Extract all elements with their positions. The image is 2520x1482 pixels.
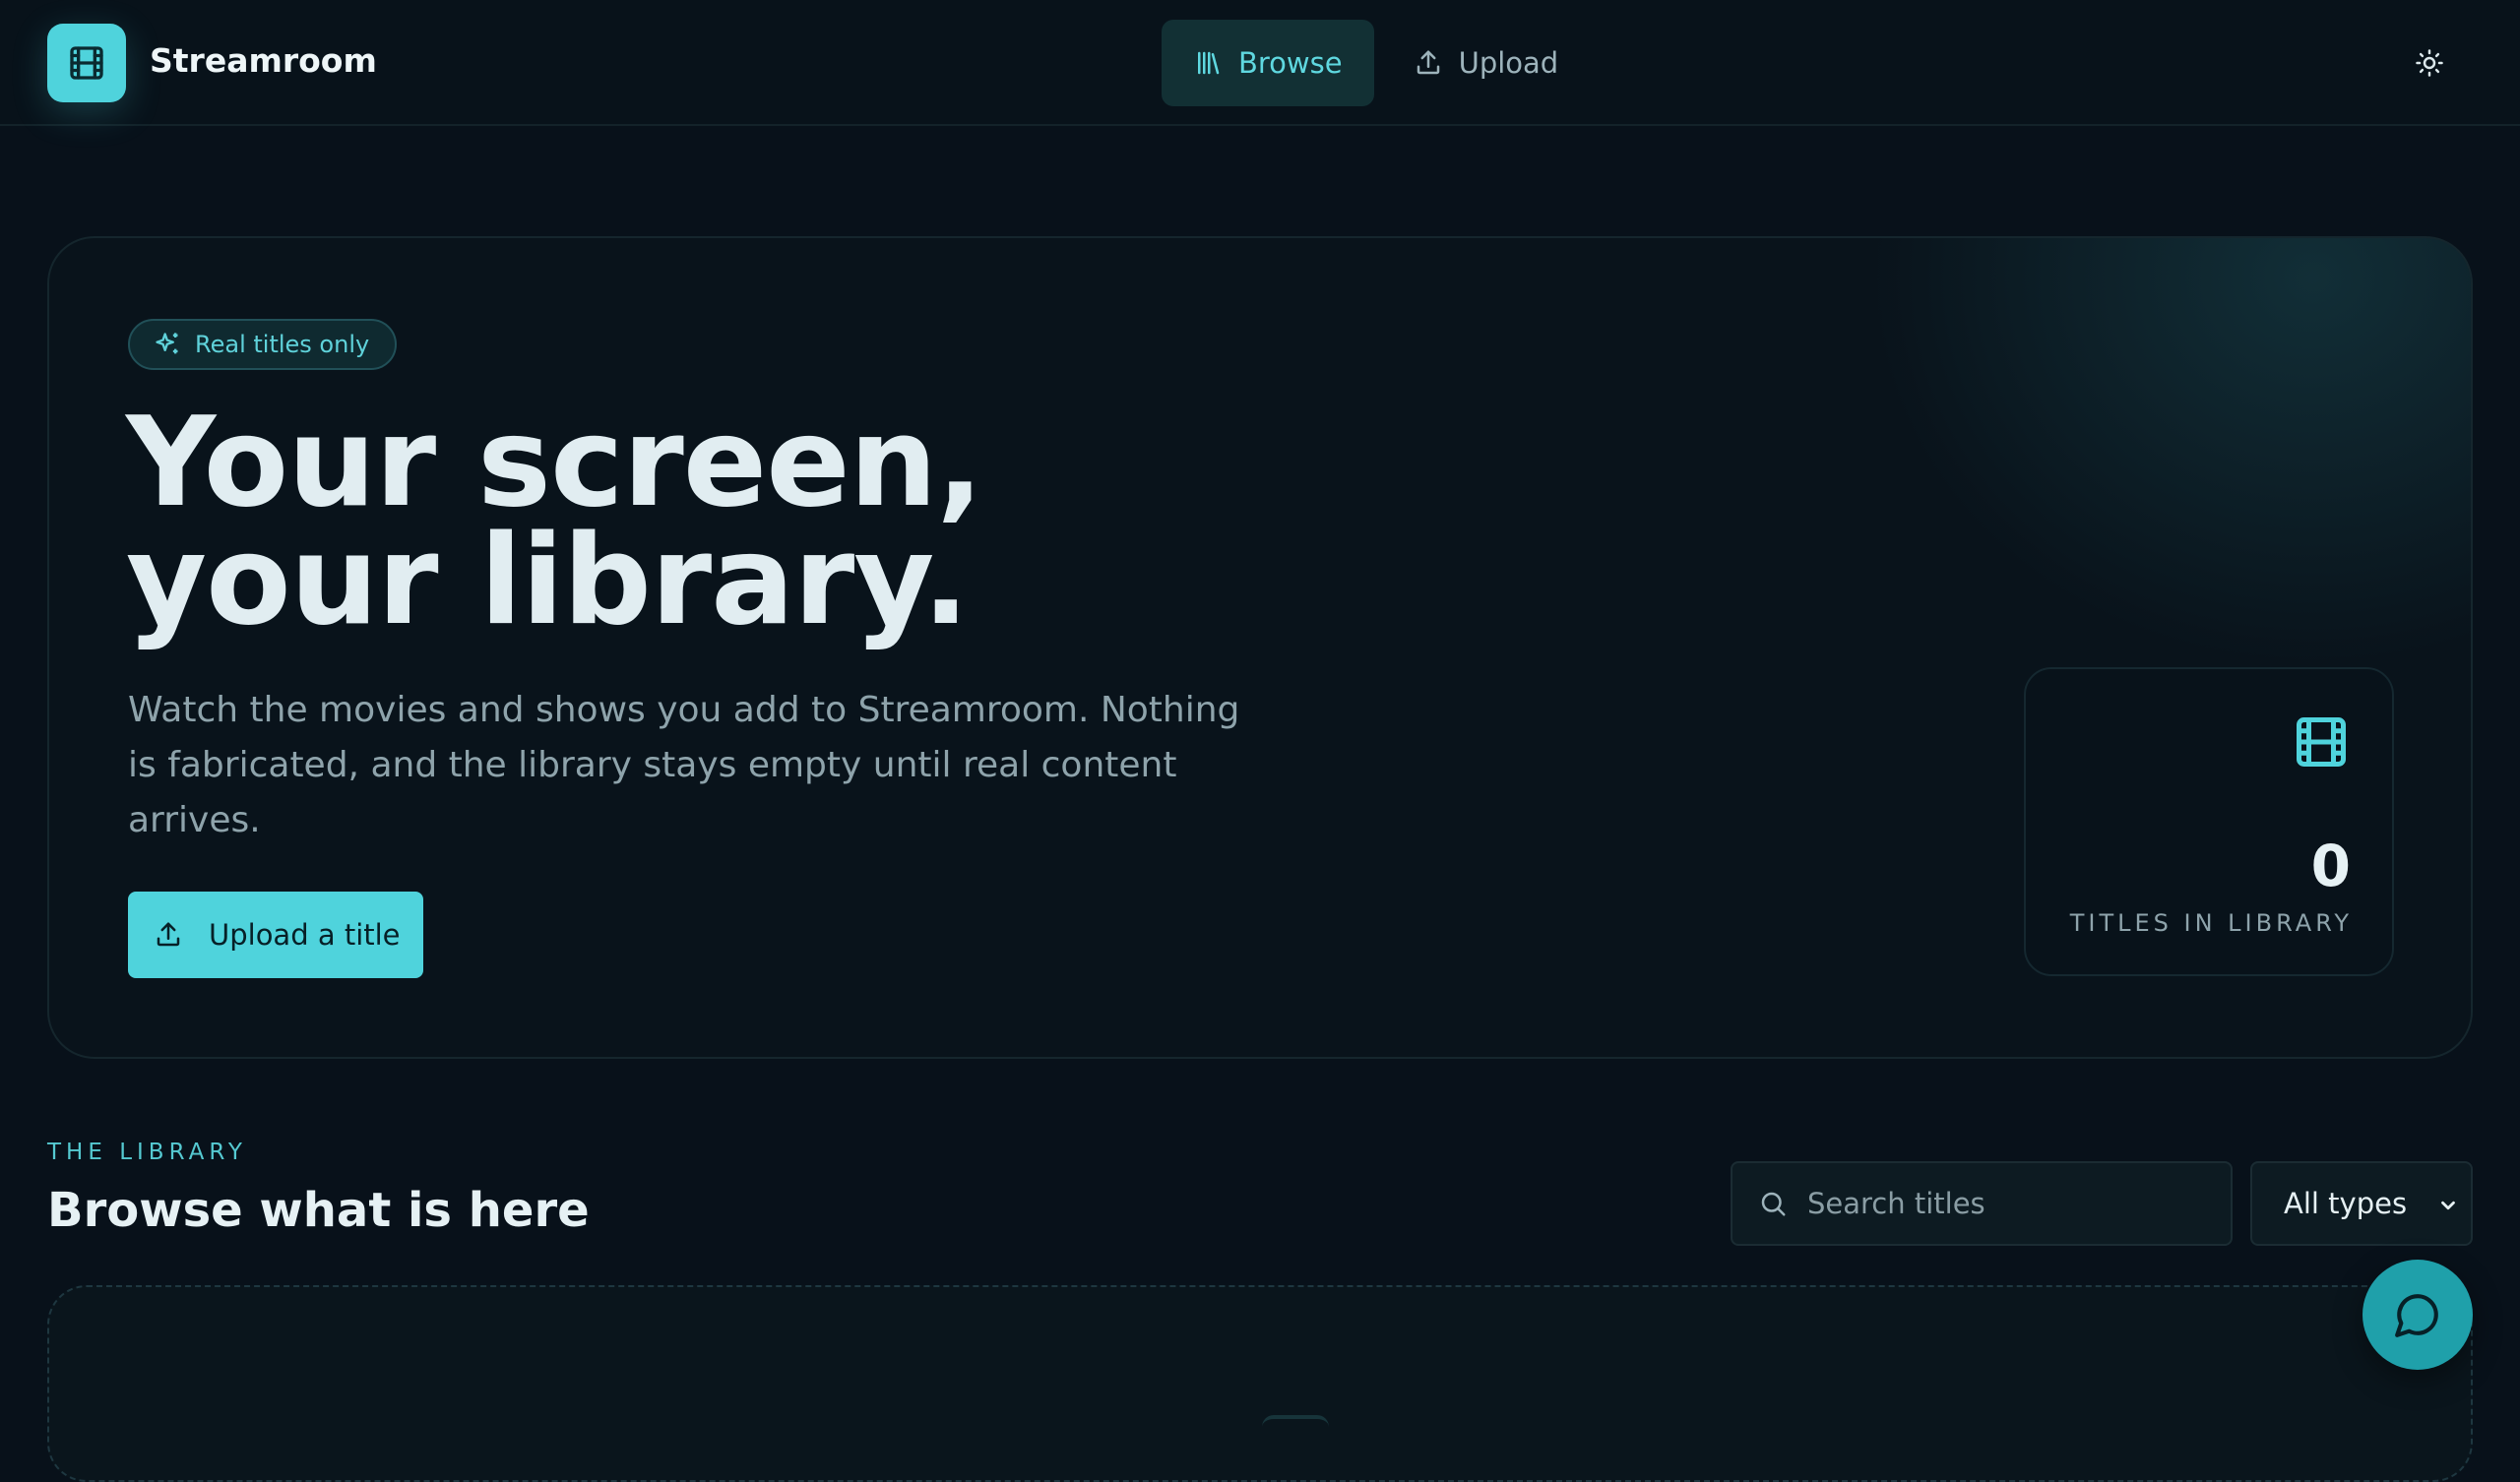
film-icon: [70, 46, 103, 80]
real-titles-badge: Real titles only: [128, 319, 398, 370]
theme-toggle-button[interactable]: [2406, 39, 2453, 87]
library-empty-state: [47, 1285, 2473, 1482]
titles-count: 0: [2310, 833, 2351, 899]
titles-count-label: TITLES IN LIBRARY: [2069, 909, 2353, 937]
empty-state-icon: [1262, 1415, 1329, 1435]
film-icon: [2297, 717, 2346, 767]
nav-browse[interactable]: Browse: [1162, 20, 1374, 106]
library-icon: [1198, 51, 1220, 75]
search-field[interactable]: [1731, 1161, 2233, 1246]
hero-section: Real titles only Your screen, your libra…: [47, 236, 2473, 1059]
nav-upload-label: Upload: [1458, 46, 1559, 80]
chat-bubble-icon: [2395, 1294, 2438, 1337]
hero-description: Watch the movies and shows you add to St…: [128, 690, 1240, 840]
streamroom-logo[interactable]: [47, 24, 126, 102]
library-title: Browse what is here: [47, 1183, 590, 1238]
library-stat-card: 0 TITLES IN LIBRARY: [2024, 667, 2394, 976]
hero-title-line-2: your library.: [126, 508, 970, 652]
search-icon: [1761, 1192, 1786, 1216]
main-nav: Browse Upload: [1162, 20, 1590, 106]
top-navigation-bar: Streamroom Browse Upload: [0, 0, 2520, 126]
app-name[interactable]: Streamroom: [150, 41, 377, 80]
nav-browse-label: Browse: [1238, 46, 1343, 80]
nav-upload[interactable]: Upload: [1382, 20, 1591, 106]
upload-icon: [1417, 50, 1439, 75]
sun-icon: [2416, 49, 2443, 77]
chevron-down-icon: [2441, 1201, 2455, 1210]
library-eyebrow: THE LIBRARY: [47, 1140, 247, 1165]
sparkles-icon: [156, 333, 178, 354]
type-filter-select[interactable]: All types: [2250, 1161, 2473, 1246]
upload-title-button[interactable]: Upload a title: [128, 892, 423, 978]
upload-icon: [157, 922, 180, 947]
chat-button[interactable]: [2362, 1260, 2473, 1370]
badge-label: Real titles only: [195, 331, 370, 358]
upload-title-label: Upload a title: [209, 918, 401, 952]
hero-title: Your screen, your library.: [126, 401, 1504, 643]
search-input[interactable]: [1807, 1187, 2221, 1220]
type-filter-value: All types: [2284, 1187, 2408, 1220]
